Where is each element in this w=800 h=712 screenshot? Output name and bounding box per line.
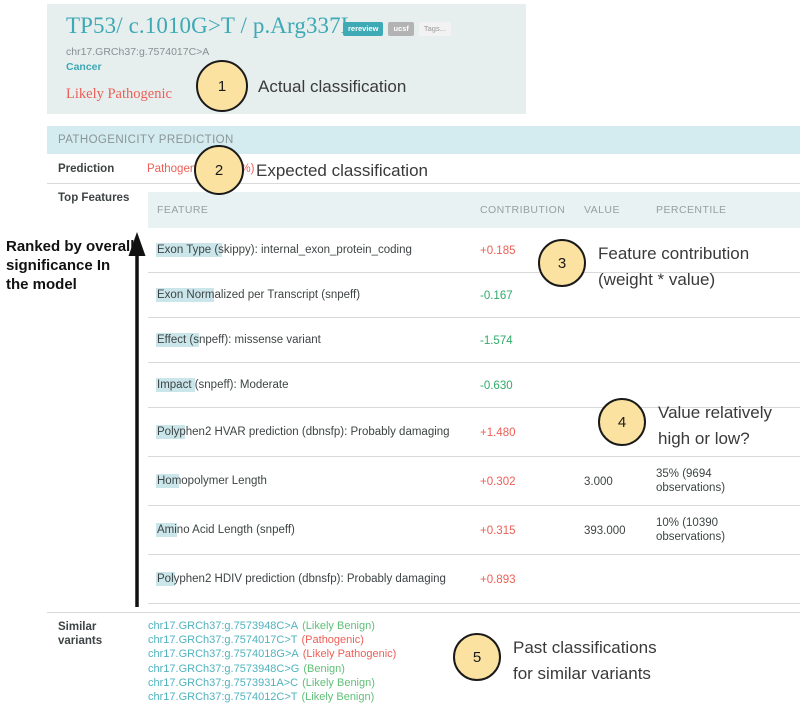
similar-variant-coordinate[interactable]: chr17.GRCh37:g.7574012C>T	[148, 691, 298, 703]
column-header-value: VALUE	[584, 204, 620, 216]
percentile-cell: 10% (10390 observations)	[656, 516, 786, 544]
feature-name-cell: Polyphen2 HVAR prediction (dbnsfp): Prob…	[148, 425, 480, 439]
similar-variant-classification: (Pathogenic)	[301, 634, 364, 647]
variant-actual-classification: Likely Pathogenic	[66, 86, 172, 102]
feature-name-label: Exon Type (skippy): internal_exon_protei…	[157, 244, 412, 256]
ranking-arrow-icon	[128, 232, 146, 607]
contribution-value: -0.630	[480, 380, 513, 392]
contribution-value: +1.480	[480, 427, 516, 439]
contribution-cell: +0.315	[480, 521, 584, 539]
prediction-label: Prediction	[58, 163, 115, 175]
feature-name-cell: Effect (snpeff): missense variant	[148, 333, 480, 347]
contribution-cell: -0.167	[480, 286, 584, 304]
pathogenicity-section-band: PATHOGENICITY PREDICTION	[47, 126, 800, 154]
value-text: 393.000	[584, 525, 626, 537]
feature-name-cell: Polyphen2 HDIV prediction (dbnsfp): Prob…	[148, 572, 480, 586]
similar-variant-coordinate[interactable]: chr17.GRCh37:g.7573948C>G	[148, 663, 299, 675]
similar-variant-classification: (Likely Benign)	[302, 620, 375, 632]
annotation-marker-4: 4	[598, 398, 646, 446]
feature-name-label: Effect (snpeff): missense variant	[157, 334, 321, 346]
percentile-text: 35% (9694 observations)	[656, 468, 726, 494]
value-cell: 393.000	[584, 521, 656, 539]
annotation-marker-1: 1	[196, 60, 248, 112]
similar-variant-coordinate[interactable]: chr17.GRCh37:g.7573948C>A	[148, 620, 298, 632]
feature-name-cell: Amino Acid Length (snpeff)	[148, 523, 480, 537]
contribution-cell: +0.302	[480, 472, 584, 490]
contribution-value: -1.574	[480, 335, 513, 347]
variant-disease-area[interactable]: Cancer	[66, 61, 102, 73]
annotation-text-2: Expected classification	[256, 161, 428, 180]
list-item[interactable]: chr17.GRCh37:g.7574017C>T (Pathogenic)	[148, 633, 396, 647]
badge-rereview[interactable]: rereview	[343, 22, 384, 36]
similar-variants-divider	[47, 612, 800, 613]
badge-tags[interactable]: Tags...	[418, 22, 451, 36]
annotation-text-4: Value relatively high or low?	[658, 403, 773, 448]
list-item[interactable]: chr17.GRCh37:g.7574012C>T (Likely Benign)	[148, 690, 396, 704]
contribution-cell: -0.630	[480, 376, 584, 394]
list-item[interactable]: chr17.GRCh37:g.7573948C>G (Benign)	[148, 662, 396, 676]
feature-name-label: Polyphen2 HVAR prediction (dbnsfp): Prob…	[157, 426, 450, 438]
feature-name-cell: Impact (snpeff): Moderate	[148, 378, 480, 392]
annotation-marker-5: 5	[453, 633, 501, 681]
annotation-text-1: Actual classification	[258, 77, 407, 96]
feature-name-label: Exon Normalized per Transcript (snpeff)	[157, 289, 361, 301]
feature-name-label: Impact (snpeff): Moderate	[157, 379, 289, 391]
annotation-marker-2: 2	[194, 145, 244, 195]
table-row[interactable]: Effect (snpeff): missense variant -1.574	[148, 318, 800, 363]
top-features-label: Top Features	[58, 192, 130, 204]
percentile-cell: 35% (9694 observations)	[656, 467, 786, 495]
feature-table-header: FEATURE CONTRIBUTION VALUE PERCENTILE	[148, 192, 800, 228]
variant-title: TP53/ c.1010G>T / p.Arg337Leu	[66, 13, 377, 38]
contribution-cell: +1.480	[480, 423, 584, 441]
table-row[interactable]: Homopolymer Length +0.302 3.000 35% (9694 o…	[148, 457, 800, 506]
percentile-text: 10% (10390 observations)	[656, 517, 726, 543]
annotation-marker-3: 3	[538, 239, 586, 287]
similar-variant-coordinate[interactable]: chr17.GRCh37:g.7574017C>T	[148, 634, 298, 646]
pathogenicity-section-title: PATHOGENICITY PREDICTION	[58, 134, 234, 146]
badge-ucsf[interactable]: ucsf	[388, 22, 414, 36]
list-item[interactable]: chr17.GRCh37:g.7573948C>A (Likely Benign)	[148, 619, 396, 633]
annotation-text-5: Past classifications for similar variant…	[513, 638, 657, 683]
value-cell: 3.000	[584, 472, 656, 490]
list-item[interactable]: chr17.GRCh37:g.7574018G>A (Likely Pathoge…	[148, 647, 396, 661]
annotation-text-3: Feature contribution (weight * value)	[598, 244, 750, 289]
table-row[interactable]: Polyphen2 HDIV prediction (dbnsfp): Prob…	[148, 555, 800, 604]
similar-variants-label: Similar variants	[58, 621, 103, 647]
contribution-cell: +0.893	[480, 570, 584, 588]
similar-variant-classification: (Likely Pathogenic)	[302, 648, 397, 661]
similar-variants-list: chr17.GRCh37:g.7573948C>A (Likely Benign)…	[148, 619, 396, 704]
contribution-value: +0.893	[480, 574, 516, 586]
variant-genomic-coordinate: chr17.GRCh37:g.7574017C>A	[66, 46, 210, 58]
column-header-contribution: CONTRIBUTION	[480, 204, 566, 216]
feature-name-cell: Homopolymer Length	[148, 474, 480, 488]
feature-name-cell: Exon Normalized per Transcript (snpeff)	[148, 288, 480, 302]
similar-variant-classification: (Likely Benign)	[301, 691, 375, 704]
column-header-percentile: PERCENTILE	[656, 204, 727, 216]
similar-variant-classification: (Benign)	[303, 662, 345, 675]
table-row[interactable]: Amino Acid Length (snpeff) +0.315 393.000 1…	[148, 506, 800, 555]
value-text: 3.000	[584, 476, 613, 488]
list-item[interactable]: chr17.GRCh37:g.7573931A>C (Likely Benign)	[148, 676, 396, 690]
contribution-value: +0.315	[480, 525, 516, 537]
column-header-feature: FEATURE	[157, 204, 209, 216]
feature-name-cell: Exon Type (skippy): internal_exon_protei…	[148, 243, 480, 257]
feature-name-label: Homopolymer Length	[157, 475, 267, 487]
feature-name-label: Polyphen2 HDIV prediction (dbnsfp): Prob…	[157, 573, 446, 585]
variant-badges: rereview ucsf Tags...	[343, 22, 451, 36]
contribution-value: -0.167	[480, 290, 513, 302]
similar-variant-coordinate[interactable]: chr17.GRCh37:g.7573931A>C	[148, 677, 298, 689]
contribution-cell: -1.574	[480, 331, 584, 349]
screenshot-root: TP53/ c.1010G>T / p.Arg337Leu rereview u…	[0, 0, 800, 712]
contribution-value: +0.185	[480, 245, 516, 257]
feature-name-label: Amino Acid Length (snpeff)	[157, 524, 295, 536]
similar-variant-classification: (Likely Benign)	[302, 676, 375, 689]
contribution-value: +0.302	[480, 476, 516, 488]
annotation-left-note: Ranked by overall significance In the mo…	[6, 238, 135, 293]
similar-variant-coordinate[interactable]: chr17.GRCh37:g.7574018G>A	[148, 648, 299, 660]
